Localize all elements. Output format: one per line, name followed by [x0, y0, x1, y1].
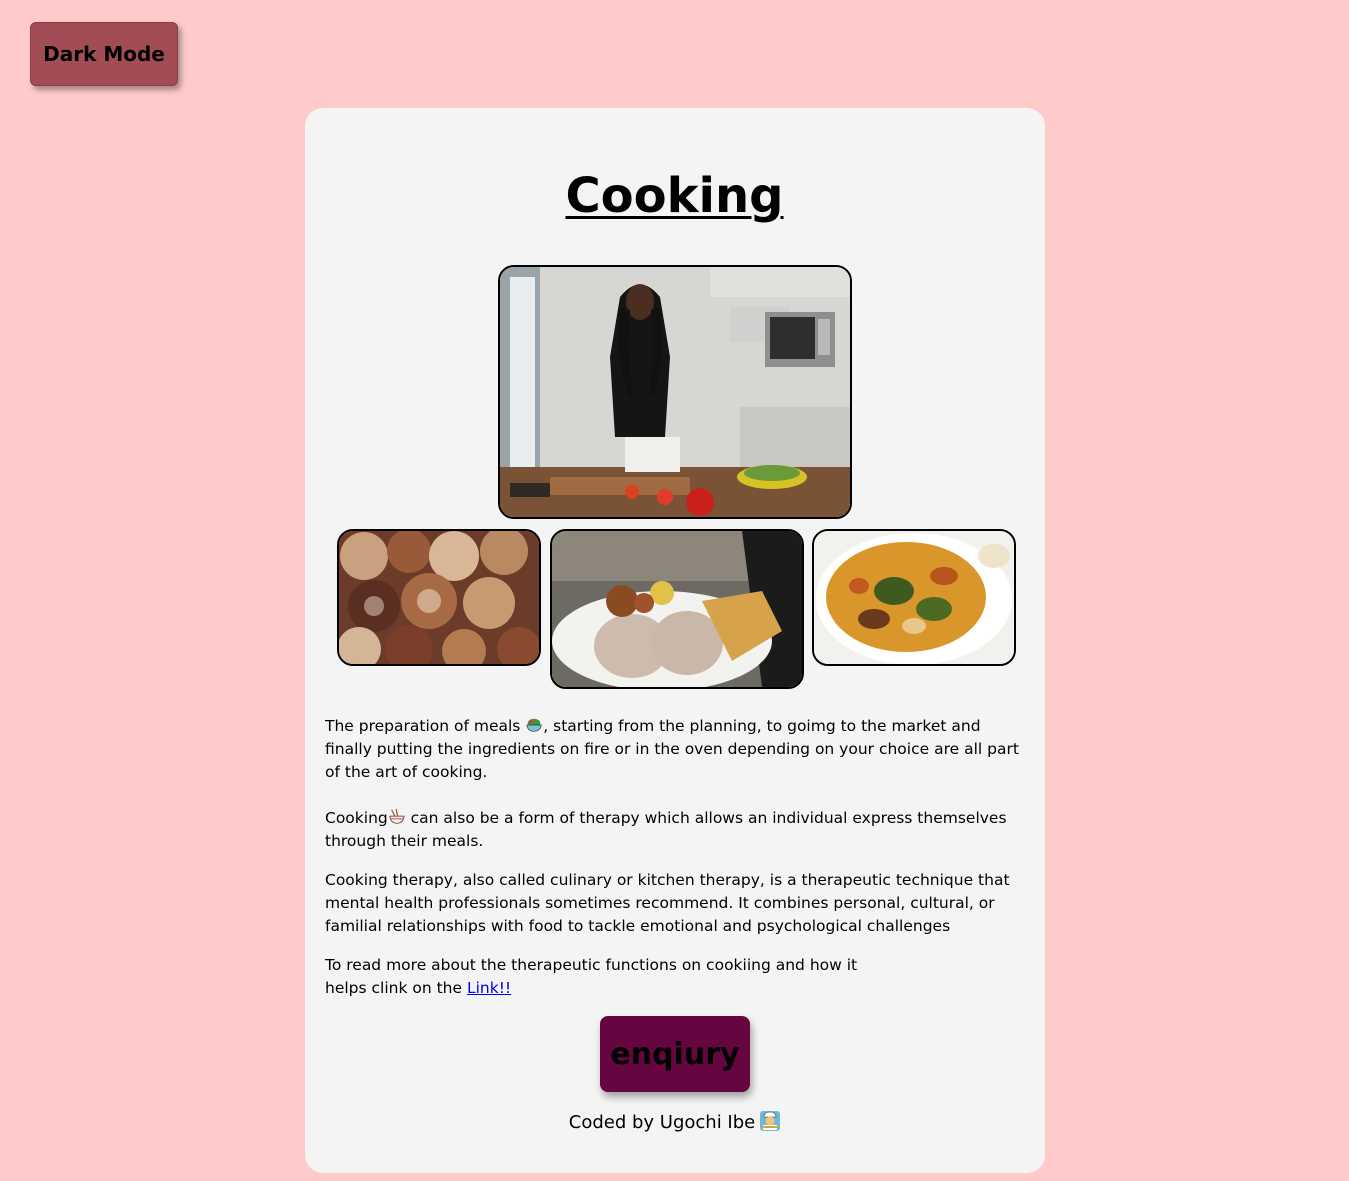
- therapy-paragraph: Cooking can also be a form of therapy wh…: [325, 807, 1025, 853]
- bread-pastries-photo: [337, 529, 541, 666]
- read-more-paragraph: To read more about the therapeutic funct…: [325, 954, 895, 1000]
- noodle-bowl-icon: [389, 808, 405, 824]
- read-more-text: To read more about the therapeutic funct…: [325, 956, 858, 997]
- rice-dish-photo: [550, 529, 804, 689]
- intro-paragraph: The preparation of meals , starting from…: [325, 715, 1025, 784]
- therapy-text-start: Cooking: [325, 809, 388, 827]
- kitchen-cooking-photo: [498, 265, 852, 519]
- footer-credit: Coded by Ugochi Ibe: [305, 1110, 1045, 1136]
- soup-dish-photo: [812, 529, 1016, 666]
- cooking-therapy-paragraph: Cooking therapy, also called culinary or…: [325, 871, 1010, 935]
- therapy-link[interactable]: Link!!: [467, 979, 511, 997]
- salad-bowl-icon: [526, 718, 542, 732]
- intro-text-start: The preparation of meals: [325, 717, 526, 735]
- footer-text: Coded by Ugochi Ibe: [568, 1112, 756, 1133]
- therapy-text-end: can also be a form of therapy which allo…: [325, 809, 1007, 850]
- page-title: Cooking: [565, 168, 784, 224]
- cook-icon: [760, 1111, 781, 1131]
- enquiry-button[interactable]: enqiury: [600, 1016, 750, 1092]
- dark-mode-button[interactable]: Dark Mode: [30, 22, 178, 86]
